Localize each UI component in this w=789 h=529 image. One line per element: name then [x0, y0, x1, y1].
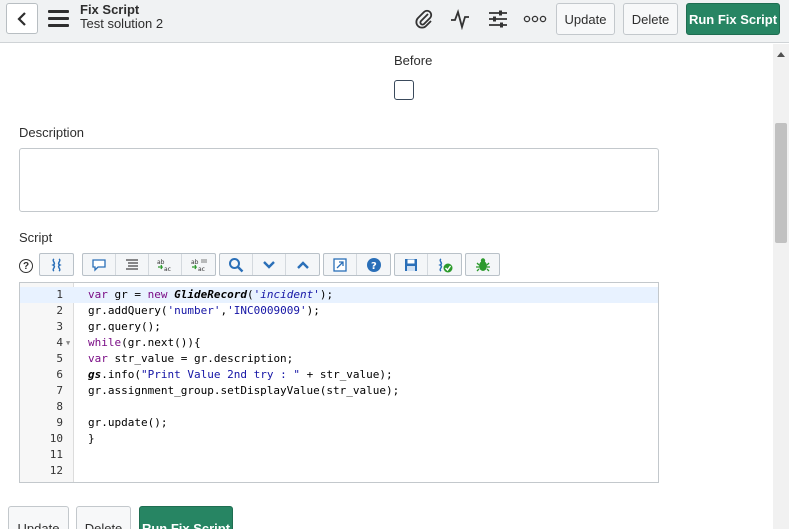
more-icon[interactable]: [523, 7, 547, 31]
fold-marker-icon[interactable]: ▼: [66, 335, 70, 351]
script-include-icon[interactable]: [40, 254, 73, 275]
back-icon: [17, 11, 26, 26]
footer-update-button[interactable]: Update: [8, 506, 69, 529]
back-button[interactable]: [6, 3, 38, 34]
before-label: Before: [394, 53, 433, 68]
form-title-block: Fix Script Test solution 2: [80, 3, 163, 31]
toolbar-group-debug: [465, 253, 500, 276]
line-number: 3: [56, 320, 63, 333]
line-number: 6: [56, 368, 63, 381]
line-number: 9: [56, 416, 63, 429]
before-checkbox[interactable]: [394, 80, 414, 100]
line-number: 7: [56, 384, 63, 397]
code-line: 6 gs.info("Print Value 2nd try : " + str…: [20, 367, 658, 383]
settings-sliders-icon[interactable]: [486, 7, 510, 31]
form-content: Before Description Script ? abac abac: [0, 44, 773, 529]
form-subtitle: Test solution 2: [80, 16, 164, 31]
comment-icon[interactable]: [83, 254, 116, 275]
debug-icon[interactable]: [466, 254, 499, 275]
code-line: 10 }: [20, 431, 658, 447]
validate-icon[interactable]: [428, 254, 461, 275]
scroll-up-icon[interactable]: [777, 52, 785, 57]
toolbar-group-view: ?: [323, 253, 391, 276]
footer-delete-button[interactable]: Delete: [76, 506, 131, 529]
script-help-icon[interactable]: ?: [19, 259, 33, 273]
toolbar-group-save: [394, 253, 462, 276]
form-title: Fix Script: [80, 2, 140, 17]
toolbar-group-search: [219, 253, 320, 276]
toolbar-group-script: [39, 253, 74, 276]
line-number: 11: [49, 448, 63, 461]
form-header: Fix Script Test solution 2 Update Delete…: [0, 0, 789, 43]
line-number: 5: [56, 352, 63, 365]
code-line: 7 gr.assignment_group.setDisplayValue(st…: [20, 383, 658, 399]
code-line: 2 gr.addQuery('number','INC0009009');: [20, 303, 658, 319]
svg-text:?: ?: [371, 261, 377, 272]
line-number: 8: [56, 400, 63, 413]
footer-run-fix-script-button[interactable]: Run Fix Script: [139, 506, 233, 529]
scrollbar-thumb[interactable]: [775, 123, 787, 243]
code-line: 11: [20, 447, 658, 463]
help-circle-icon[interactable]: ?: [357, 254, 390, 275]
svg-text:ac: ac: [198, 266, 205, 273]
update-button[interactable]: Update: [556, 3, 615, 35]
paperclip-icon[interactable]: [412, 7, 436, 31]
toolbar-group-edit: ab ac ab ac: [82, 253, 216, 276]
format-icon[interactable]: [116, 254, 149, 275]
description-field[interactable]: [19, 148, 659, 212]
search-icon[interactable]: [220, 254, 253, 275]
replace-icon[interactable]: ab ac: [149, 254, 182, 275]
run-fix-script-button[interactable]: Run Fix Script: [686, 3, 780, 35]
svg-text:ab: ab: [191, 259, 199, 266]
replace-all-icon[interactable]: ab ac: [182, 254, 215, 275]
svg-text:ab: ab: [157, 259, 165, 266]
fullscreen-icon[interactable]: [324, 254, 357, 275]
script-label: Script: [19, 230, 53, 245]
line-number: 1: [56, 288, 63, 301]
code-line: 3 gr.query();: [20, 319, 658, 335]
save-icon[interactable]: [395, 254, 428, 275]
menu-icon[interactable]: [48, 10, 69, 27]
delete-button[interactable]: Delete: [623, 3, 678, 35]
script-editor[interactable]: 1 var gr = new GlideRecord('incident'); …: [19, 282, 659, 483]
vertical-scrollbar[interactable]: [773, 44, 789, 529]
code-line: 9 gr.update();: [20, 415, 658, 431]
code-line: 1 var gr = new GlideRecord('incident');: [20, 287, 658, 303]
line-number: 4: [56, 336, 63, 349]
description-label: Description: [19, 125, 85, 140]
line-number: 12: [49, 464, 63, 477]
code-line: 4 ▼ while(gr.next()){: [20, 335, 658, 351]
activity-icon[interactable]: [448, 7, 472, 31]
code-line: 12: [20, 463, 658, 479]
previous-icon[interactable]: [286, 254, 319, 275]
line-number: 2: [56, 304, 63, 317]
svg-text:ac: ac: [164, 266, 171, 273]
code-line: 5 var str_value = gr.description;: [20, 351, 658, 367]
line-number: 10: [49, 432, 63, 445]
next-icon[interactable]: [253, 254, 286, 275]
code-line: 8: [20, 399, 658, 415]
